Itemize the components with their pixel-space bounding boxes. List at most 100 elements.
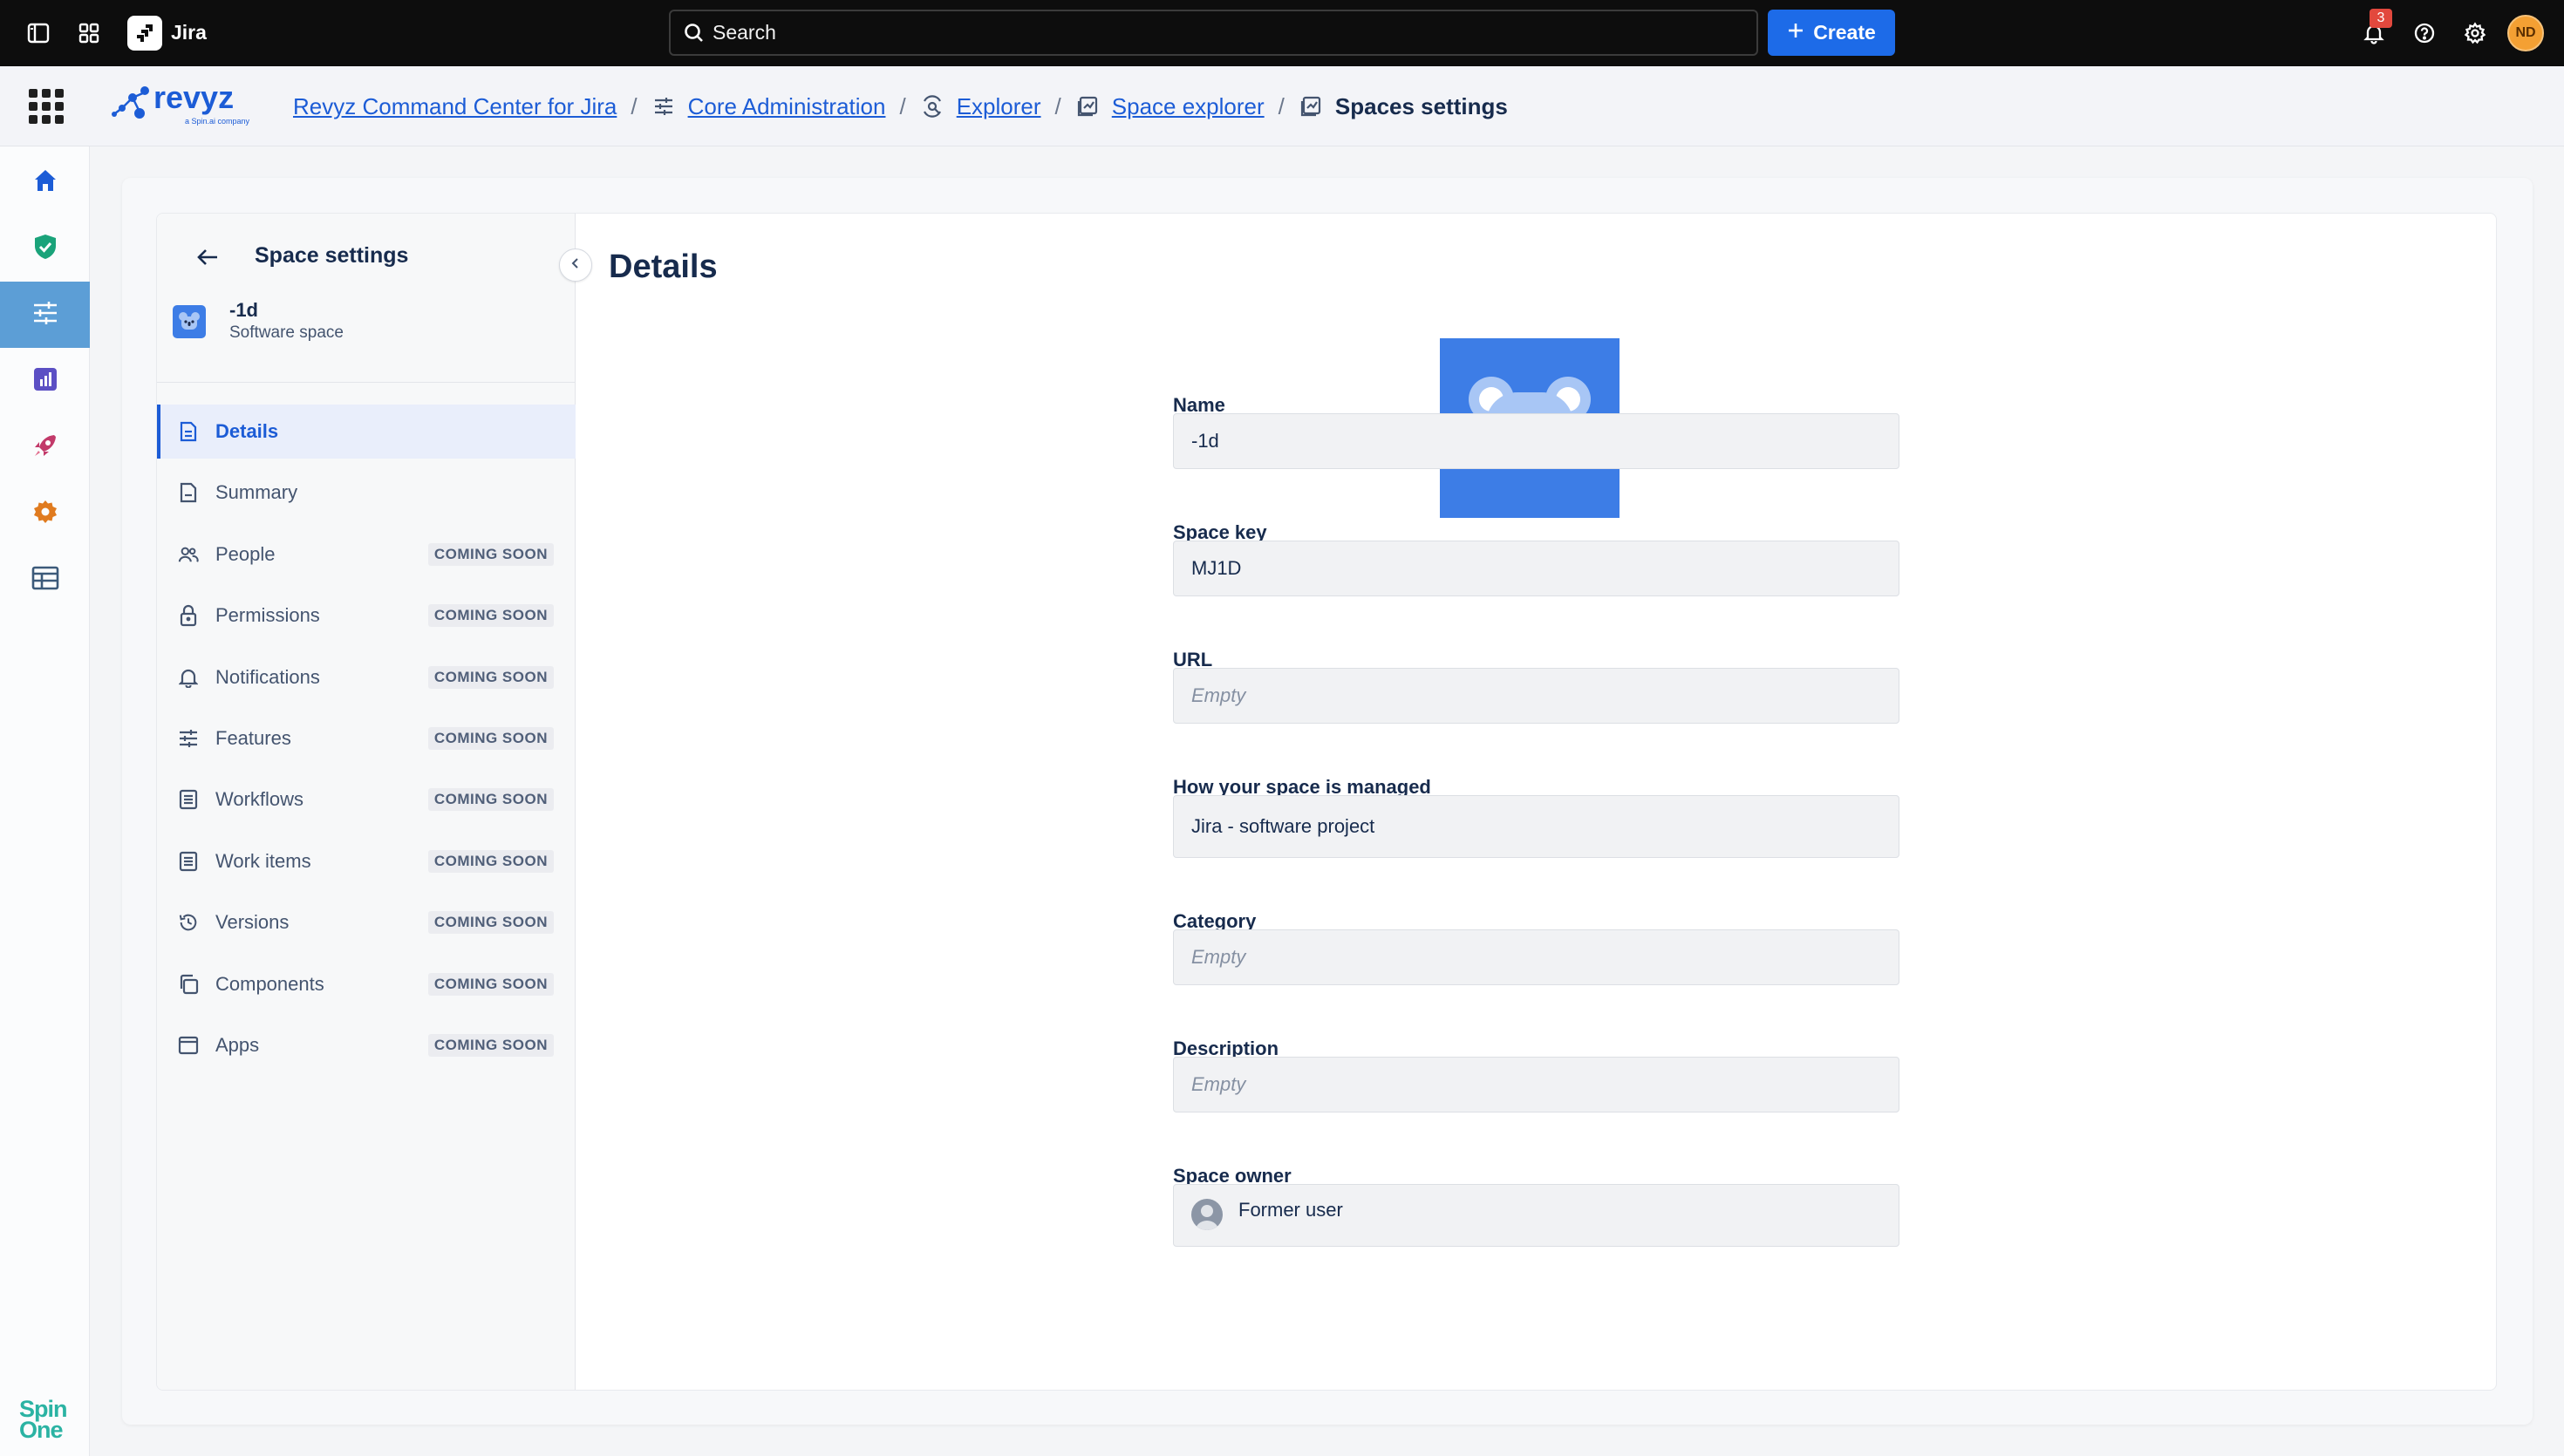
top-navigation-bar: Jira Search Create 3 ND	[0, 0, 2564, 66]
sidebar-item-label: Apps	[215, 1034, 260, 1056]
sidebar-item-work-items[interactable]: Work items COMING SOON	[157, 834, 576, 888]
sidebar-item-apps[interactable]: Apps COMING SOON	[157, 1018, 576, 1072]
spinone-logo: Spin One	[19, 1398, 67, 1442]
apps-grid-icon[interactable]	[29, 89, 64, 124]
space-settings-sidebar: Space settings -1d Software space Detail…	[157, 214, 576, 1390]
rail-home[interactable]	[0, 149, 90, 215]
sidebar-item-label: Work items	[215, 850, 311, 872]
url-field[interactable]: Empty	[1173, 668, 1899, 724]
sliders-icon	[31, 298, 60, 332]
document-icon	[178, 421, 199, 442]
sliders-icon	[651, 94, 676, 119]
rocket-icon	[31, 432, 59, 464]
rail-core-administration[interactable]	[0, 282, 90, 348]
space-name: -1d	[229, 299, 258, 321]
settings-gear-icon[interactable]	[2459, 17, 2491, 49]
breadcrumb: Revyz Command Center for Jira / Core Adm…	[293, 66, 1508, 146]
description-field[interactable]: Empty	[1173, 1057, 1899, 1112]
create-label: Create	[1813, 21, 1876, 44]
sidebar-item-label: Details	[215, 420, 279, 442]
breadcrumb-separator: /	[899, 92, 906, 119]
list-icon	[178, 789, 199, 810]
create-button[interactable]: Create	[1768, 10, 1895, 56]
breadcrumb-current-page: Spaces settings	[1334, 92, 1508, 119]
sidebar-item-label: Versions	[215, 911, 290, 933]
sidebar-item-label: Summary	[215, 481, 298, 503]
notification-count-badge: 3	[2370, 9, 2392, 28]
sidebar-item-details[interactable]: Details	[157, 405, 576, 459]
space-avatar-small	[173, 305, 206, 338]
search-input[interactable]: Search	[669, 10, 1758, 56]
name-field[interactable]: -1d	[1173, 413, 1899, 469]
sidebar-item-components[interactable]: Components COMING SOON	[157, 957, 576, 1011]
app-header: revyz a Spin.ai company Revyz Command Ce…	[0, 66, 2564, 146]
sidebar-item-versions[interactable]: Versions COMING SOON	[157, 895, 576, 949]
revyz-logo[interactable]: revyz a Spin.ai company	[110, 78, 263, 136]
revyz-logo-text: revyz	[153, 79, 234, 115]
rail-security[interactable]	[0, 215, 90, 282]
sidebar-item-label: Notifications	[215, 666, 320, 688]
management-type-field[interactable]: Jira - software project	[1173, 795, 1899, 858]
sidebar-item-label: Workflows	[215, 788, 304, 810]
back-arrow-icon[interactable]	[192, 242, 223, 273]
coming-soon-badge: COMING SOON	[427, 1034, 554, 1057]
sliders-icon	[178, 728, 199, 749]
revyz-logo-sub: a Spin.ai company	[185, 117, 250, 126]
rail-launch[interactable]	[0, 414, 90, 480]
breadcrumb-revyz-command-center[interactable]: Revyz Command Center for Jira	[293, 93, 617, 120]
search-placeholder: Search	[713, 21, 776, 44]
sidebar-item-notifications[interactable]: Notifications COMING SOON	[157, 650, 576, 704]
sidebar-title: Space settings	[255, 243, 409, 268]
rail-reports[interactable]	[0, 348, 90, 414]
sidebar-item-features[interactable]: Features COMING SOON	[157, 711, 576, 765]
space-owner-field[interactable]: Former user	[1173, 1184, 1899, 1247]
window-icon	[178, 1035, 199, 1056]
breadcrumb-separator: /	[631, 92, 638, 119]
sidebar-item-permissions[interactable]: Permissions COMING SOON	[157, 589, 576, 643]
gear-icon	[31, 498, 59, 530]
coming-soon-badge: COMING SOON	[427, 666, 554, 689]
sidebar-item-label: People	[215, 543, 276, 565]
breadcrumb-explorer[interactable]: Explorer	[957, 93, 1041, 120]
table-icon	[31, 565, 59, 595]
app-switcher-icon[interactable]	[73, 17, 105, 49]
sidebar-divider	[157, 382, 576, 383]
sidebar-toggle-icon[interactable]	[23, 17, 54, 49]
jira-logo-icon[interactable]	[127, 16, 162, 51]
sidebar-item-summary[interactable]: Summary	[157, 466, 576, 520]
owner-avatar	[1191, 1199, 1223, 1230]
shield-check-icon	[32, 233, 58, 265]
rail-settings[interactable]	[0, 480, 90, 547]
sidebar-item-workflows[interactable]: Workflows COMING SOON	[157, 772, 576, 827]
category-field[interactable]: Empty	[1173, 929, 1899, 985]
sidebar-item-label: Features	[215, 727, 291, 749]
components-icon	[178, 974, 199, 995]
collapse-sidebar-button[interactable]	[559, 248, 592, 282]
rail-table-view[interactable]	[0, 547, 90, 613]
help-icon[interactable]	[2409, 17, 2440, 49]
people-icon	[178, 544, 199, 565]
space-key-field[interactable]: MJ1D	[1173, 541, 1899, 596]
space-type: Software space	[229, 323, 344, 342]
space-explorer-icon	[1075, 94, 1100, 119]
breadcrumb-core-administration[interactable]: Core Administration	[688, 93, 886, 120]
breadcrumb-space-explorer[interactable]: Space explorer	[1112, 93, 1265, 120]
coming-soon-badge: COMING SOON	[427, 911, 554, 934]
space-owner-name: Former user	[1238, 1199, 1343, 1221]
coming-soon-badge: COMING SOON	[427, 604, 554, 627]
search-icon	[683, 22, 706, 49]
app-name[interactable]: Jira	[171, 21, 207, 44]
space-settings-card: Space settings -1d Software space Detail…	[156, 213, 2497, 1391]
coming-soon-badge: COMING SOON	[427, 850, 554, 873]
coming-soon-badge: COMING SOON	[427, 727, 554, 750]
history-icon	[178, 912, 199, 933]
bell-icon	[178, 667, 199, 688]
plus-icon	[1787, 21, 1804, 44]
report-chart-icon	[32, 366, 58, 397]
home-icon	[31, 167, 59, 199]
coming-soon-badge: COMING SOON	[427, 543, 554, 566]
breadcrumb-separator: /	[1278, 92, 1285, 119]
user-avatar[interactable]: ND	[2507, 15, 2544, 51]
spaces-settings-icon	[1299, 94, 1323, 119]
sidebar-item-people[interactable]: People COMING SOON	[157, 527, 576, 582]
